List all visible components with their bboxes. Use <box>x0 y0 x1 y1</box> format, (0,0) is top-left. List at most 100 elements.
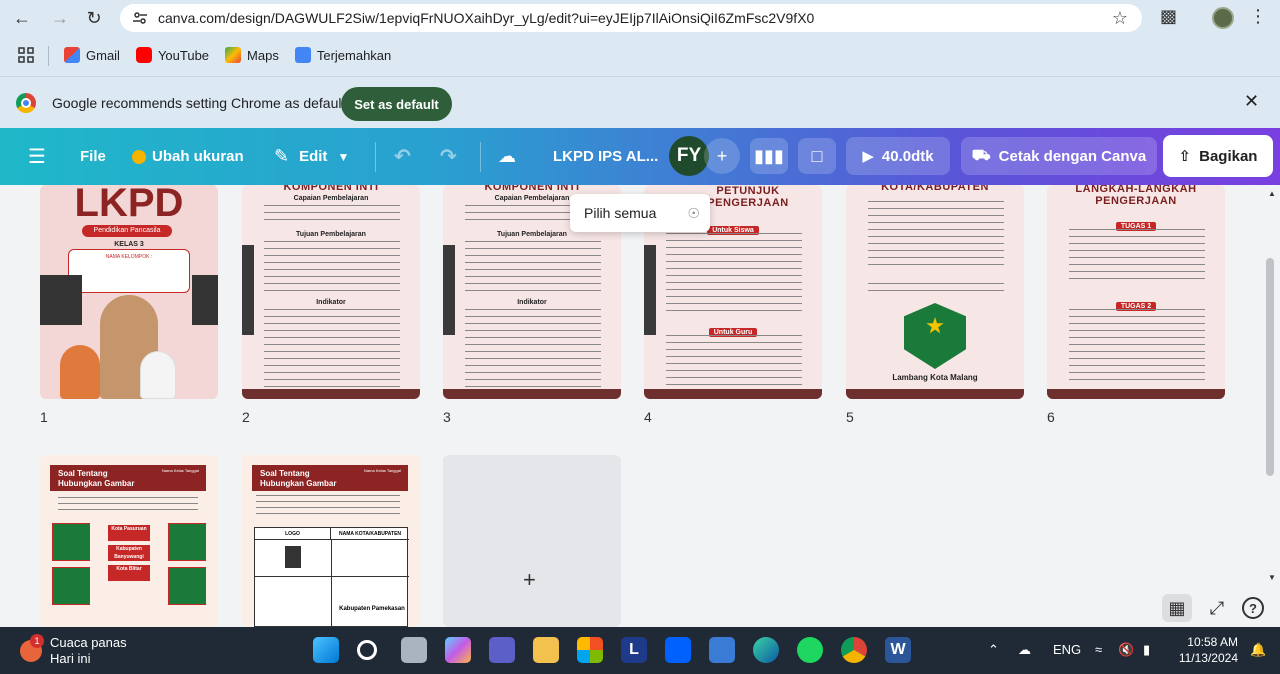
undo-icon[interactable]: ↶ <box>394 128 411 185</box>
page-thumbnail-2[interactable]: KOMPONEN INTI Capaian Pembelajaran Tujua… <box>242 185 420 399</box>
page-footer-band <box>846 389 1024 399</box>
page-thumbnail-7[interactable]: Soal Tentang Hubungkan Gambar Nama Kelas… <box>40 455 218 627</box>
spotify-icon[interactable] <box>797 637 823 663</box>
translate-icon <box>294 47 311 63</box>
page-body-lines <box>666 335 802 385</box>
cloud-saved-icon[interactable]: ☁ <box>498 128 516 185</box>
default-browser-infobar: Google recommends setting Chrome as defa… <box>0 76 1280 128</box>
scroll-down-arrow-icon[interactable]: ▼ <box>1268 573 1276 582</box>
edge-icon[interactable] <box>753 637 779 663</box>
dropbox-icon[interactable] <box>665 637 691 663</box>
bookmark-gmail[interactable]: Gmail <box>64 47 120 63</box>
logo-box <box>168 567 206 605</box>
l-app-icon[interactable]: L <box>621 637 647 663</box>
copilot-icon[interactable] <box>445 637 471 663</box>
page-grid-view: LKPD Pendidikan Pancasila KELAS 3 NAMA K… <box>0 185 1280 627</box>
add-page-button[interactable]: + <box>443 455 621 627</box>
add-collaborator-icon[interactable]: + <box>704 138 740 174</box>
design-title[interactable]: LKPD IPS AL... <box>553 128 658 185</box>
share-upload-icon: ⇧ <box>1178 148 1192 165</box>
page-thumbnail-6[interactable]: LANGKAH-LANGKAH PENGERJAAN TUGAS 1 TUGAS… <box>1047 185 1225 399</box>
page-footer-band <box>242 389 420 399</box>
volume-muted-icon[interactable]: 🔇 <box>1118 642 1134 658</box>
search-icon[interactable] <box>357 640 377 660</box>
notification-bell-icon[interactable]: 🔔 <box>1250 642 1266 658</box>
page-body-lines <box>264 205 400 225</box>
clock-date: 11/13/2024 <box>1178 651 1238 665</box>
extensions-icon[interactable]: ▩ <box>1160 6 1177 27</box>
bookmark-label: Maps <box>247 47 279 63</box>
page-thumbnail-1[interactable]: LKPD Pendidikan Pancasila KELAS 3 NAMA K… <box>40 185 218 399</box>
select-all-tooltip[interactable]: Pilih semua ☉ <box>570 194 710 232</box>
file-menu[interactable]: File <box>80 128 106 185</box>
teams-icon[interactable] <box>489 637 515 663</box>
grid-view-icon[interactable]: ▦ <box>1162 594 1192 622</box>
page-number: 5 <box>846 409 854 425</box>
weather-badge: 1 <box>30 634 44 648</box>
bookmark-star-icon[interactable]: ☆ <box>1112 8 1128 29</box>
bookmark-translate[interactable]: Terjemahkan <box>294 47 391 63</box>
maps-icon <box>225 47 242 63</box>
child-illustration <box>60 345 100 399</box>
microsoft-store-icon[interactable] <box>577 637 603 663</box>
worksheet-table: LOGO NAMA KOTA/KABUPATEN Kabupaten Pamek… <box>254 527 409 627</box>
reload-icon[interactable]: ↻ <box>80 4 108 32</box>
close-icon[interactable]: ✕ <box>1244 91 1259 112</box>
app-notification-icon[interactable] <box>709 637 735 663</box>
bookmark-youtube[interactable]: YouTube <box>135 47 209 63</box>
language-indicator[interactable]: ENG <box>1053 642 1081 657</box>
page-title: LKPD <box>74 185 184 225</box>
page-body-lines <box>264 241 400 291</box>
name-box-label: NAMA KELOMPOK : <box>105 254 153 260</box>
wifi-icon[interactable]: ≈ <box>1095 642 1102 657</box>
page-thumbnail-5[interactable]: KOTA/KABUPATEN Lambang Kota Malang <box>846 185 1024 399</box>
chalkboard-right <box>192 275 218 325</box>
page-subtitle-badge: Pendidikan Pancasila <box>82 225 172 237</box>
menu-icon[interactable]: ⋮ <box>1249 6 1267 27</box>
battery-icon[interactable]: ▮ <box>1143 642 1150 658</box>
bookmark-maps[interactable]: Maps <box>225 47 279 63</box>
system-clock[interactable]: 10:58 AM 11/13/2024 <box>1172 634 1238 666</box>
insights-icon[interactable]: ▮▮▮ <box>750 138 788 174</box>
word-icon[interactable]: W <box>885 637 911 663</box>
onedrive-icon[interactable]: ☁ <box>1018 642 1031 658</box>
present-button[interactable]: ▶ 40.0dtk <box>846 137 950 175</box>
back-icon[interactable]: ← <box>8 4 36 32</box>
scroll-up-arrow-icon[interactable]: ▲ <box>1268 189 1276 198</box>
weather-widget[interactable]: Cuaca panas Hari ini <box>50 635 127 667</box>
hamburger-menu-icon[interactable]: ☰ <box>28 128 46 185</box>
windows-start-icon[interactable] <box>313 637 339 663</box>
chrome-taskbar-icon[interactable] <box>841 637 867 663</box>
child-illustration <box>140 351 176 399</box>
crown-icon <box>132 149 146 164</box>
hidden-eye-icon[interactable]: ☉ <box>687 205 700 222</box>
comment-icon[interactable]: □ <box>798 138 836 174</box>
page-body-lines <box>264 309 400 387</box>
help-icon[interactable]: ? <box>1242 597 1264 619</box>
redo-icon[interactable]: ↷ <box>440 128 457 185</box>
forward-icon[interactable]: → <box>46 4 74 32</box>
fullscreen-icon[interactable]: ⤢ <box>1202 594 1232 622</box>
share-button[interactable]: ⇧ Bagikan <box>1163 135 1273 177</box>
file-explorer-icon[interactable] <box>533 637 559 663</box>
toolbar-divider <box>480 142 481 172</box>
weather-subtitle: Hari ini <box>50 651 91 666</box>
city-emblem-image <box>904 303 966 369</box>
apps-grid-icon[interactable] <box>18 47 34 63</box>
profile-avatar[interactable] <box>1212 7 1234 29</box>
chevron-down-icon: ▼ <box>337 149 350 164</box>
address-bar[interactable]: canva.com/design/DAGWULF2Siw/1epviqFrNUO… <box>120 4 1142 32</box>
vertical-scrollbar[interactable] <box>1266 258 1274 476</box>
logo-box <box>168 523 206 561</box>
page-thumbnail-8[interactable]: Soal Tentang Hubungkan Gambar Nama Kelas… <box>242 455 420 627</box>
tray-chevron-icon[interactable]: ⌃ <box>988 642 999 658</box>
youtube-icon <box>135 47 152 63</box>
print-with-canva-button[interactable]: ⛟ Cetak dengan Canva <box>961 137 1157 175</box>
resize-button[interactable]: Ubah ukuran <box>132 128 244 185</box>
site-info-icon[interactable] <box>132 10 148 26</box>
collaborator-avatar[interactable]: FY <box>669 136 709 176</box>
edit-menu[interactable]: ✎ Edit ▼ <box>274 128 349 185</box>
chrome-icon <box>16 93 36 113</box>
task-view-icon[interactable] <box>401 637 427 663</box>
set-default-button[interactable]: Set as default <box>341 87 452 121</box>
